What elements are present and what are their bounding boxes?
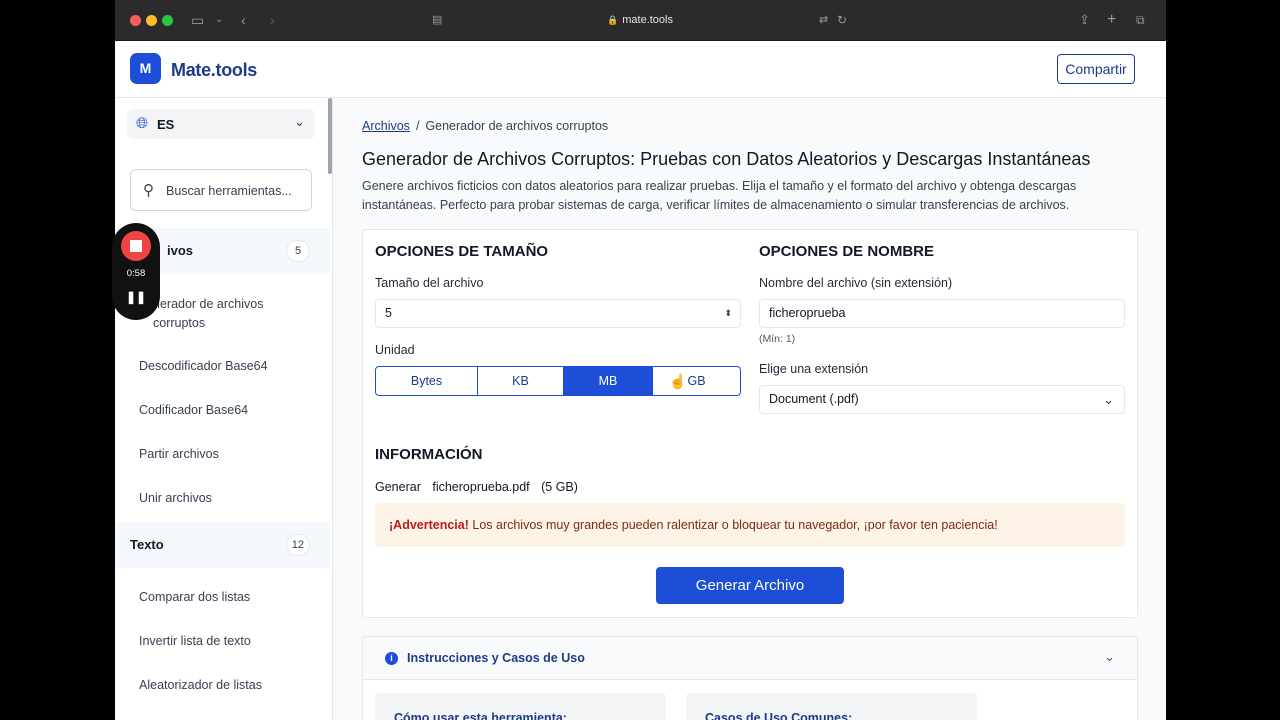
chevron-down-icon[interactable]: ⌄ bbox=[215, 11, 223, 29]
warning-strong: ¡Advertencia! bbox=[389, 518, 469, 532]
category-count-badge: 12 bbox=[285, 534, 310, 556]
browser-toolbar: ▭ ⌄ ‹ › ▤ 🔒 mate.tools ⇄ ↻ ⇪ + ⧉ bbox=[115, 0, 1166, 41]
extension-select[interactable]: Document (.pdf) ⌄ bbox=[759, 385, 1125, 414]
accordion-header[interactable]: i Instrucciones y Casos de Uso ⌄ bbox=[363, 637, 1137, 680]
sidebar-item-partir[interactable]: Partir archivos bbox=[139, 445, 219, 464]
lock-icon: 🔒 bbox=[607, 15, 619, 25]
language-selector[interactable]: 🌐︎ ES ⌄ bbox=[127, 109, 315, 139]
close-window-button[interactable] bbox=[130, 15, 141, 26]
how-to-card: Cómo usar esta herramienta: bbox=[375, 693, 666, 720]
page-title: Generador de Archivos Corruptos: Pruebas… bbox=[362, 149, 1091, 169]
instructions-accordion: i Instrucciones y Casos de Uso ⌄ Cómo us… bbox=[362, 636, 1138, 720]
size-options-title: OPCIONES DE TAMAÑO bbox=[375, 243, 549, 260]
sidebar-item-aleatorizador[interactable]: Aleatorizador de listas bbox=[139, 676, 262, 695]
logo-text[interactable]: Mate.tools bbox=[171, 60, 257, 81]
sidebar-item-codificador[interactable]: Codificador Base64 bbox=[139, 401, 248, 420]
reload-icon[interactable]: ↻ bbox=[837, 11, 847, 29]
main-content: Archivos / Generador de archivos corruptos… bbox=[333, 98, 1166, 720]
filename-label: Nombre del archivo (sin extensión) bbox=[759, 276, 953, 290]
use-cases-title: Casos de Uso Comunes: bbox=[705, 711, 853, 720]
size-label: Tamaño del archivo bbox=[375, 276, 484, 290]
share-button[interactable]: Compartir bbox=[1057, 54, 1135, 84]
generate-word: Generar bbox=[375, 480, 421, 494]
site-header: M Mate.tools Compartir bbox=[115, 41, 1166, 98]
category-count-badge: 5 bbox=[286, 240, 310, 262]
info-title: INFORMACIÓN bbox=[375, 446, 483, 463]
search-input[interactable]: ⚲ Buscar herramientas... bbox=[130, 169, 312, 211]
generate-summary: Generar ficheroprueba.pdf (5 GB) bbox=[375, 480, 586, 494]
how-to-title: Cómo usar esta herramienta: bbox=[394, 711, 567, 720]
sidebar-item-invertir[interactable]: Invertir lista de texto bbox=[139, 632, 251, 651]
sidebar-toggle-icon[interactable]: ▭ bbox=[191, 11, 204, 29]
browser-window: ▭ ⌄ ‹ › ▤ 🔒 mate.tools ⇄ ↻ ⇪ + ⧉ M Mate.t… bbox=[115, 0, 1166, 720]
name-options-title: OPCIONES DE NOMBRE bbox=[759, 243, 935, 260]
unit-gb-button[interactable]: GB bbox=[653, 367, 740, 395]
recording-controls: 0:58 ❚❚ bbox=[112, 223, 160, 320]
warning-text: Los archivos muy grandes pueden ralentiz… bbox=[468, 518, 998, 532]
filename-value: ficheroprueba bbox=[769, 306, 846, 320]
address-bar[interactable]: 🔒 mate.tools bbox=[425, 9, 855, 32]
extension-value: Document (.pdf) bbox=[769, 392, 859, 406]
minimize-window-button[interactable] bbox=[146, 15, 157, 26]
summary-size: (5 GB) bbox=[541, 480, 578, 494]
generator-card: OPCIONES DE TAMAÑO Tamaño del archivo 5 … bbox=[362, 229, 1138, 618]
new-tab-icon[interactable]: + bbox=[1107, 11, 1116, 29]
search-placeholder: Buscar herramientas... bbox=[166, 184, 292, 198]
min-length-hint: (Mín: 1) bbox=[759, 333, 796, 345]
stop-recording-button[interactable] bbox=[121, 231, 151, 261]
category-label: Texto bbox=[130, 537, 164, 552]
sidebar-item-label: nerador de archivos corruptos bbox=[153, 297, 264, 330]
unit-label: Unidad bbox=[375, 343, 415, 357]
generate-file-button[interactable]: Generar Archivo bbox=[656, 567, 844, 604]
breadcrumb-link-archivos[interactable]: Archivos bbox=[362, 119, 410, 133]
accordion-title: Instrucciones y Casos de Uso bbox=[407, 651, 585, 665]
breadcrumb-separator: / bbox=[415, 119, 420, 133]
unit-kb-button[interactable]: KB bbox=[478, 367, 564, 395]
sidebar-item-comparar[interactable]: Comparar dos listas bbox=[139, 588, 250, 607]
unit-mb-button[interactable]: MB bbox=[564, 367, 653, 395]
page-description: Genere archivos ficticios con datos alea… bbox=[362, 179, 1077, 212]
category-label: ivos bbox=[167, 243, 194, 258]
warning-banner: ¡Advertencia! Los archivos muy grandes p… bbox=[375, 503, 1125, 547]
breadcrumb-current: Generador de archivos corruptos bbox=[425, 119, 609, 133]
sidebar-scrollbar[interactable] bbox=[328, 98, 332, 174]
logo-icon[interactable]: M bbox=[130, 53, 161, 84]
recording-time: 0:58 bbox=[126, 268, 146, 279]
share-icon[interactable]: ⇪ bbox=[1079, 11, 1090, 29]
tab-overview-icon[interactable]: ⧉ bbox=[1136, 11, 1145, 29]
language-code: ES bbox=[157, 117, 175, 132]
sidebar-category-texto[interactable]: Texto 12 bbox=[115, 522, 330, 568]
sidebar-item-generador[interactable]: nerador de archivos corruptos bbox=[153, 295, 313, 333]
filename-input[interactable]: ficheroprueba bbox=[759, 299, 1125, 328]
chevron-down-icon: ⌄ bbox=[294, 114, 305, 129]
sidebar-item-descodificador[interactable]: Descodificador Base64 bbox=[139, 357, 268, 376]
pointer-cursor-icon: ☝ bbox=[669, 373, 687, 389]
extension-label: Elige una extensión bbox=[759, 362, 869, 376]
chevron-down-icon: ⌄ bbox=[1104, 649, 1115, 664]
pause-recording-button[interactable]: ❚❚ bbox=[112, 290, 160, 304]
zoom-window-button[interactable] bbox=[162, 15, 173, 26]
sidebar-item-unir[interactable]: Unir archivos bbox=[139, 489, 212, 508]
size-input[interactable]: 5 ⬍ bbox=[375, 299, 741, 328]
use-cases-card: Casos de Uso Comunes: bbox=[686, 693, 977, 720]
sidebar: 🌐︎ ES ⌄ ⚲ Buscar herramientas... ivos 5 … bbox=[115, 98, 333, 720]
search-icon: ⚲ bbox=[143, 182, 154, 199]
chevron-down-icon: ⌄ bbox=[1103, 392, 1114, 407]
forward-icon[interactable]: › bbox=[270, 11, 275, 29]
globe-icon: 🌐︎ bbox=[136, 115, 149, 132]
back-icon[interactable]: ‹ bbox=[241, 11, 246, 29]
summary-filename: ficheroprueba.pdf bbox=[432, 480, 530, 494]
size-value: 5 bbox=[385, 306, 392, 320]
translate-icon[interactable]: ⇄ bbox=[819, 11, 828, 29]
info-icon: i bbox=[385, 652, 398, 665]
url-text: mate.tools bbox=[622, 14, 673, 26]
unit-bytes-button[interactable]: Bytes bbox=[376, 367, 478, 395]
stepper-icon[interactable]: ⬍ bbox=[724, 300, 732, 327]
breadcrumb: Archivos / Generador de archivos corruptos bbox=[362, 119, 608, 133]
